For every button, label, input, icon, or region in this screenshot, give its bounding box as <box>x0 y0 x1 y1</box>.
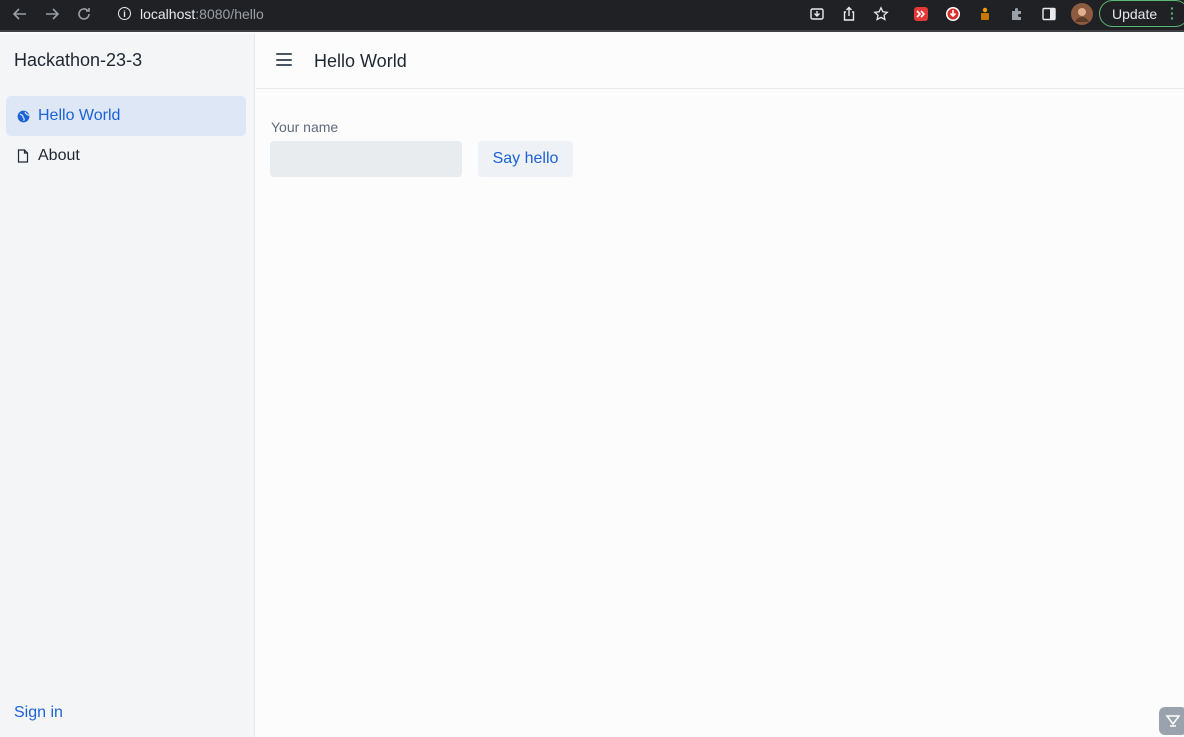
dev-tools-badge-icon[interactable] <box>1159 707 1184 735</box>
browser-toolbar: i localhost:8080/hello Update · · · <box>0 0 1184 32</box>
extension-download-icon[interactable] <box>944 5 962 23</box>
name-field-label: Your name <box>271 119 339 135</box>
profile-avatar[interactable] <box>1071 3 1093 25</box>
file-icon <box>16 149 30 163</box>
url-path: :8080/hello <box>195 5 264 22</box>
sign-in-link[interactable]: Sign in <box>14 704 63 722</box>
url-host: localhost <box>140 5 196 22</box>
reload-icon[interactable] <box>73 4 95 24</box>
back-arrow-icon[interactable] <box>9 4 31 24</box>
update-label: Update <box>1112 5 1158 22</box>
sidebar: Hackathon-23-3 Hello World About Sign in <box>0 34 255 737</box>
sidebar-item-hello-world[interactable]: Hello World <box>6 96 246 136</box>
site-info-icon[interactable]: i <box>118 7 131 20</box>
address-bar[interactable]: i localhost:8080/hello <box>106 1 906 26</box>
forward-arrow-icon[interactable] <box>41 4 63 24</box>
name-input[interactable] <box>270 141 462 177</box>
app-title: Hackathon-23-3 <box>14 50 143 70</box>
install-icon[interactable] <box>808 5 826 23</box>
header: Hello World <box>256 34 1184 89</box>
globe-icon <box>16 109 30 123</box>
star-icon[interactable] <box>872 5 890 23</box>
sidebar-item-label: About <box>38 147 80 164</box>
sidepanel-icon[interactable] <box>1040 5 1058 23</box>
sidebar-item-label: Hello World <box>38 107 121 124</box>
hamburger-menu-icon[interactable] <box>276 53 292 67</box>
page-title: Hello World <box>314 51 407 71</box>
extension-figure-icon[interactable] <box>976 5 994 23</box>
sidebar-item-about[interactable]: About <box>6 136 246 176</box>
menu-dots-icon[interactable]: · · · <box>1170 1 1175 25</box>
extension-red-icon[interactable] <box>912 5 930 23</box>
say-hello-button[interactable]: Say hello <box>478 141 573 177</box>
share-icon[interactable] <box>840 5 858 23</box>
extension-puzzle-icon[interactable] <box>1008 5 1026 23</box>
